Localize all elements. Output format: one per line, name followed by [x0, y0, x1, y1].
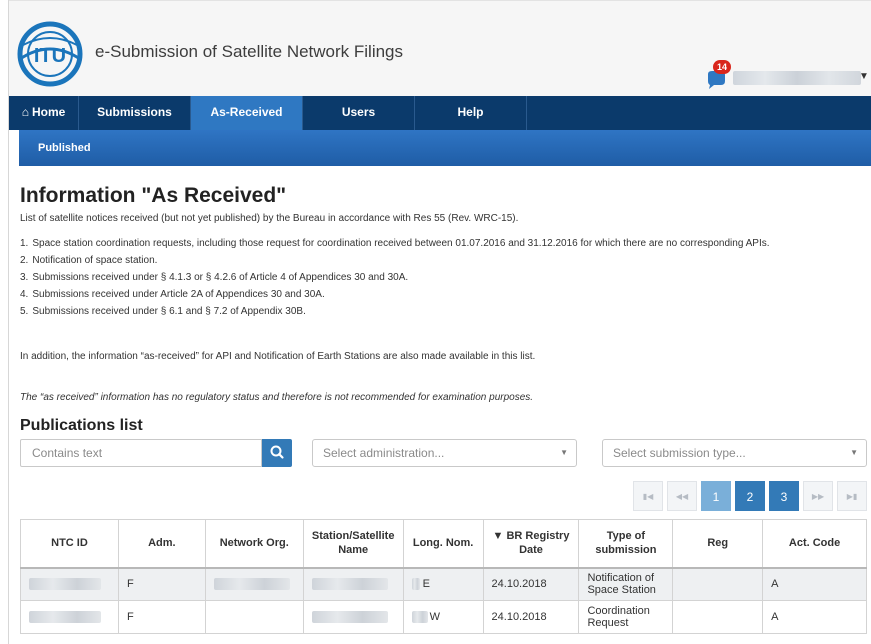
- home-icon: ⌂: [21, 105, 29, 119]
- notification-badge: 14: [713, 60, 731, 74]
- note-text: In addition, the information “as-receive…: [20, 351, 536, 362]
- logo-text: ITU: [34, 45, 66, 67]
- col-network-org[interactable]: Network Org.: [204, 519, 304, 569]
- col-station-name[interactable]: Station/Satellite Name: [302, 519, 404, 569]
- cell-network-org: [204, 567, 304, 601]
- page-title: Information "As Received": [20, 184, 287, 207]
- administration-select-value: Select administration...: [323, 446, 445, 460]
- table-row[interactable]: F E 24.10.2018 Notification of Space Sta…: [20, 567, 867, 601]
- cell-station-name: [302, 567, 404, 601]
- sub-nav: Published: [19, 130, 871, 166]
- submission-type-select[interactable]: Select submission type... ▼: [602, 439, 867, 467]
- redacted-value: [311, 578, 388, 591]
- redacted-value: [29, 611, 101, 624]
- last-page-button[interactable]: ▶▮: [837, 481, 867, 511]
- table-header-row: NTC ID Adm. Network Org. Station/Satelli…: [20, 519, 867, 569]
- col-ntc-id[interactable]: NTC ID: [20, 519, 119, 569]
- cell-ntc-id: [20, 567, 119, 601]
- disclaimer-text: The “as received” information has no reg…: [20, 392, 534, 403]
- cell-long-nom: W: [402, 600, 484, 634]
- cell-ntc-id: [20, 600, 119, 634]
- col-type-of-submission[interactable]: Type of submission: [578, 519, 674, 569]
- redacted-value: [29, 578, 101, 591]
- page-button-3[interactable]: 3: [769, 481, 799, 511]
- cell-type: Coordination Request: [578, 600, 674, 634]
- cell-br-date: 24.10.2018: [482, 567, 580, 601]
- next-page-button[interactable]: ▶▶: [803, 481, 833, 511]
- search-icon: [270, 445, 284, 459]
- main-content: Information "As Received" List of satell…: [20, 184, 865, 434]
- col-adm[interactable]: Adm.: [117, 519, 206, 569]
- col-br-registry-date[interactable]: ▼ BR Registry Date: [482, 519, 580, 569]
- user-name-redacted[interactable]: [733, 71, 861, 85]
- redacted-value: [411, 611, 428, 624]
- section-title: Publications list: [20, 417, 143, 434]
- nav-submissions[interactable]: Submissions: [79, 96, 191, 130]
- cell-act-code: A: [762, 567, 867, 601]
- cell-station-name: [302, 600, 404, 634]
- page-frame: ITU e-Submission of Satellite Network Fi…: [8, 0, 871, 644]
- header: ITU e-Submission of Satellite Network Fi…: [9, 0, 871, 96]
- nav-users[interactable]: Users: [303, 96, 415, 130]
- cell-br-date: 24.10.2018: [482, 600, 580, 634]
- col-act-code[interactable]: Act. Code: [762, 519, 867, 569]
- search-button[interactable]: [262, 439, 292, 467]
- subnav-published[interactable]: Published: [19, 130, 110, 166]
- list-item: 2. Notification of space station.: [20, 255, 158, 266]
- first-page-button[interactable]: ▮◀: [633, 481, 663, 511]
- redacted-value: [311, 611, 388, 624]
- nav-as-received[interactable]: As-Received: [191, 96, 303, 130]
- cell-type: Notification of Space Station: [578, 567, 674, 601]
- list-item: 1. Space station coordination requests, i…: [20, 238, 770, 249]
- page-button-1[interactable]: 1: [701, 481, 731, 511]
- administration-select[interactable]: Select administration... ▼: [312, 439, 577, 467]
- publications-table: NTC ID Adm. Network Org. Station/Satelli…: [20, 519, 867, 634]
- col-reg[interactable]: Reg: [672, 519, 764, 569]
- col-long-nom[interactable]: Long. Nom.: [402, 519, 484, 569]
- cell-act-code: A: [762, 600, 867, 634]
- intro-text: List of satellite notices received (but …: [20, 213, 519, 224]
- table-row[interactable]: F W 24.10.2018 Coordination Request A: [20, 600, 867, 634]
- cell-reg: [672, 600, 764, 634]
- caret-down-icon: ▼: [850, 448, 858, 457]
- main-nav: ⌂ Home Submissions As-Received Users Help: [9, 96, 871, 130]
- itu-logo[interactable]: ITU: [15, 19, 85, 89]
- page-button-2[interactable]: 2: [735, 481, 765, 511]
- nav-help[interactable]: Help: [415, 96, 527, 130]
- cell-adm: F: [117, 567, 206, 601]
- nav-home-label: Home: [31, 105, 66, 119]
- pagination: ▮◀ ◀◀ 1 2 3 ▶▶ ▶▮: [629, 481, 867, 511]
- redacted-value: [213, 578, 290, 591]
- cell-long-nom: E: [402, 567, 484, 601]
- list-item: 4. Submissions received under Article 2A …: [20, 289, 325, 300]
- search-input[interactable]: Contains text: [20, 439, 262, 467]
- redacted-value: [411, 578, 420, 591]
- cell-adm: F: [117, 600, 206, 634]
- list-item: 3. Submissions received under § 4.1.3 or …: [20, 272, 409, 283]
- notice-list: 1. Space station coordination requests, i…: [20, 238, 865, 317]
- prev-page-button[interactable]: ◀◀: [667, 481, 697, 511]
- chevron-down-icon[interactable]: ▼: [859, 71, 869, 82]
- list-item: 5. Submissions received under § 6.1 and §…: [20, 306, 306, 317]
- cell-network-org: [204, 600, 304, 634]
- nav-home[interactable]: ⌂ Home: [9, 96, 79, 130]
- caret-down-icon: ▼: [560, 448, 568, 457]
- cell-reg: [672, 567, 764, 601]
- submission-type-select-value: Select submission type...: [613, 446, 746, 460]
- app-title: e-Submission of Satellite Network Filing…: [95, 42, 404, 61]
